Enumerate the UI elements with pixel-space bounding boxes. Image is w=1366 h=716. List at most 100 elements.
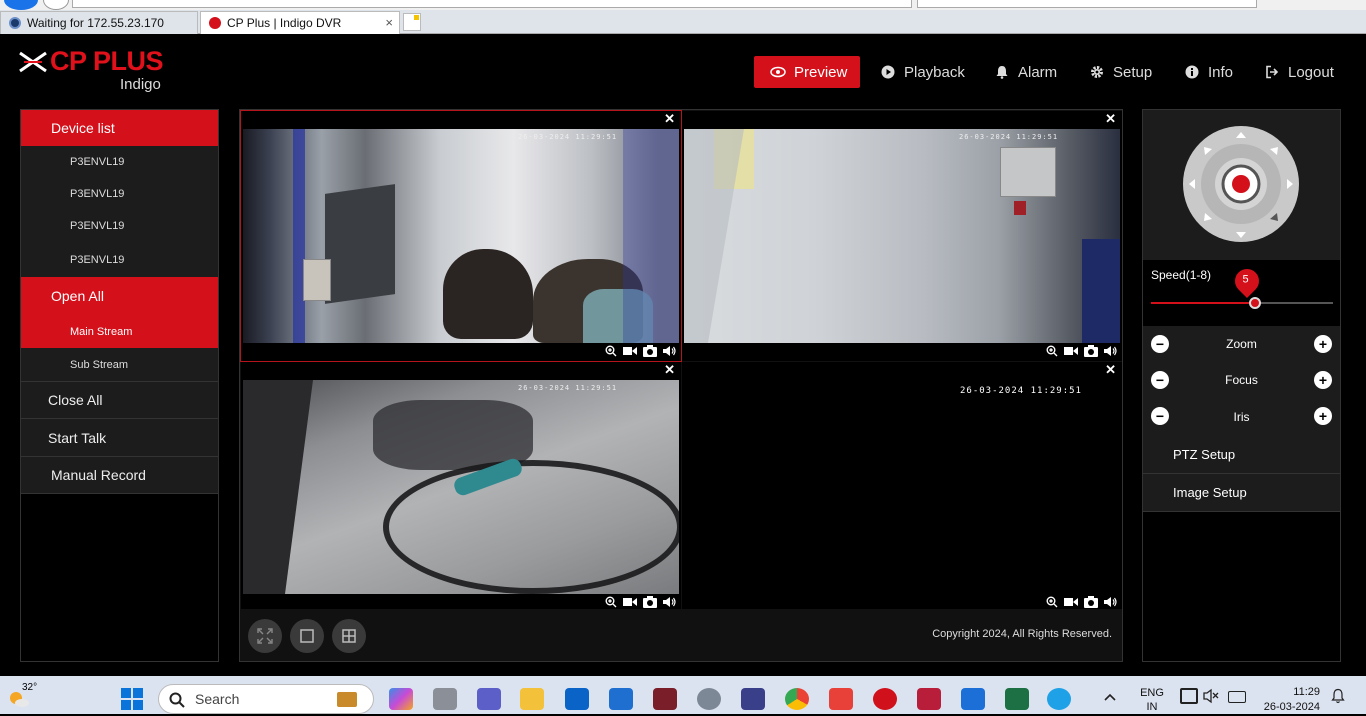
mcafee-icon[interactable]: [873, 688, 897, 710]
close-icon[interactable]: ✕: [1105, 111, 1116, 127]
cell-topbar: ✕: [682, 111, 1122, 129]
image-setup-button[interactable]: Image Setup: [1143, 474, 1340, 512]
file-explorer-icon[interactable]: [520, 688, 544, 710]
task-view-icon[interactable]: [433, 688, 457, 710]
new-tab-button[interactable]: [403, 13, 421, 31]
video-cell-2[interactable]: ✕ 26-03-2024 11:29:51: [682, 111, 1122, 361]
ptz-setup-label: PTZ Setup: [1173, 447, 1236, 462]
zoom-in-icon[interactable]: [1046, 345, 1058, 360]
excel-icon[interactable]: [1005, 688, 1029, 710]
device-item[interactable]: P3ENVL19: [21, 210, 218, 242]
start-button[interactable]: [120, 687, 144, 711]
device-name: P3ENVL19: [70, 253, 125, 266]
windows-logo-icon: [121, 688, 143, 710]
speed-slider-thumb[interactable]: [1249, 297, 1261, 309]
timestamp-overlay: 26-03-2024 11:29:51: [959, 133, 1059, 141]
close-all-button[interactable]: Close All: [21, 382, 218, 419]
audio-icon[interactable]: [663, 345, 677, 360]
system-clock[interactable]: 11:29 26-03-2024: [1256, 685, 1320, 715]
nav-info[interactable]: Info: [1184, 56, 1233, 88]
camera-feed: 26-03-2024 11:29:51: [243, 380, 679, 594]
record-icon[interactable]: [623, 345, 637, 360]
chevron-up-icon[interactable]: [1102, 690, 1118, 712]
start-talk-button[interactable]: Start Talk: [21, 419, 218, 457]
zoom-in-button[interactable]: +: [1314, 335, 1332, 353]
record-icon[interactable]: [1064, 345, 1078, 360]
single-view-button[interactable]: [290, 619, 324, 653]
snapshot-icon[interactable]: [643, 345, 657, 360]
open-all-label: Open All: [51, 288, 104, 304]
video-cell-1[interactable]: ✕ 26-03-2024 11:29:51: [240, 110, 682, 362]
zoom-label: Zoom: [1226, 337, 1257, 351]
speed-value-badge: 5: [1230, 264, 1264, 298]
chrome-icon[interactable]: [785, 688, 809, 710]
volume-muted-icon[interactable]: [1203, 688, 1219, 704]
cell-topbar: ✕: [241, 362, 681, 380]
app-window-icon[interactable]: [609, 688, 633, 710]
video-cell-3[interactable]: ✕ 26-03-2024 11:29:51: [241, 362, 681, 612]
teams-icon[interactable]: [477, 688, 501, 710]
zoom-in-icon[interactable]: [605, 345, 617, 360]
speed-slider[interactable]: [1151, 297, 1333, 309]
outlook-icon[interactable]: [565, 688, 589, 710]
video-cell-4[interactable]: ✕ 26-03-2024 11:29:51: [682, 362, 1122, 612]
close-icon[interactable]: ✕: [664, 362, 675, 378]
manual-record-button[interactable]: Manual Record: [21, 457, 218, 494]
audio-icon[interactable]: [1104, 345, 1118, 360]
close-icon[interactable]: ✕: [1105, 362, 1116, 378]
device-list-header[interactable]: Device list: [21, 110, 218, 146]
window-app-icon[interactable]: [961, 688, 985, 710]
copyright-text: Copyright 2024, All Rights Reserved.: [932, 628, 1112, 640]
dvr-app: CP PLUS Indigo Preview Playback Alarm Se…: [0, 34, 1366, 676]
address-bar[interactable]: [72, 0, 912, 8]
snapshot-icon[interactable]: [1084, 345, 1098, 360]
single-square-icon: [300, 629, 314, 643]
main-stream-option[interactable]: Main Stream: [21, 315, 218, 348]
tab-close-button[interactable]: ×: [385, 15, 393, 30]
play-circle-icon: [880, 64, 896, 80]
nav-preview[interactable]: Preview: [754, 56, 860, 88]
settings-app-icon[interactable]: [697, 688, 721, 710]
device-item[interactable]: P3ENVL19: [21, 178, 218, 210]
internet-explorer-icon[interactable]: [1047, 688, 1071, 710]
notification-bell-icon[interactable]: [1330, 688, 1346, 704]
ptz-setup-button[interactable]: PTZ Setup: [1143, 436, 1340, 474]
nav-setup[interactable]: Setup: [1089, 56, 1152, 88]
anydesk-icon[interactable]: [829, 688, 853, 710]
bell-icon: [994, 64, 1010, 80]
fullscreen-button[interactable]: [248, 619, 282, 653]
camera-feed: 26-03-2024 11:29:51: [684, 380, 1120, 594]
display-icon[interactable]: [1180, 688, 1198, 704]
browser-tab-dvr[interactable]: CP Plus | Indigo DVR ×: [200, 11, 400, 34]
iris-plus-button[interactable]: +: [1314, 407, 1332, 425]
nav-logout[interactable]: Logout: [1264, 56, 1334, 88]
language-indicator[interactable]: ENG IN: [1138, 686, 1166, 714]
lang-code: ENG: [1140, 687, 1164, 699]
device-item[interactable]: P3ENVL19: [21, 146, 218, 178]
forward-button[interactable]: [43, 0, 69, 10]
battery-icon[interactable]: [1228, 691, 1246, 703]
device-name: P3ENVL19: [70, 156, 125, 168]
browser-search-bar[interactable]: [917, 0, 1257, 8]
focus-plus-button[interactable]: +: [1314, 371, 1332, 389]
lang-region: IN: [1146, 701, 1158, 713]
fullscreen-icon: [257, 628, 273, 644]
device-item[interactable]: P3ENVL19: [21, 242, 218, 277]
nav-label: Playback: [904, 63, 965, 81]
nav-playback[interactable]: Playback: [880, 56, 965, 88]
sub-stream-option[interactable]: Sub Stream: [21, 348, 218, 382]
open-all-button[interactable]: Open All: [21, 277, 218, 315]
back-button[interactable]: [4, 0, 38, 10]
taskbar-search[interactable]: Search: [158, 684, 374, 714]
nav-alarm[interactable]: Alarm: [994, 56, 1057, 88]
close-icon[interactable]: ✕: [664, 111, 675, 127]
device-list-label: Device list: [51, 120, 115, 136]
weather-widget[interactable]: 32°: [8, 680, 40, 710]
tally-app-icon[interactable]: [741, 688, 765, 710]
quad-view-button[interactable]: [332, 619, 366, 653]
red-app-icon[interactable]: [917, 688, 941, 710]
speed-label: Speed(1-8): [1151, 268, 1212, 282]
calendar-app-icon[interactable]: [653, 688, 677, 710]
copilot-icon[interactable]: [389, 688, 413, 710]
browser-tab-waiting[interactable]: Waiting for 172.55.23.170: [0, 11, 198, 34]
